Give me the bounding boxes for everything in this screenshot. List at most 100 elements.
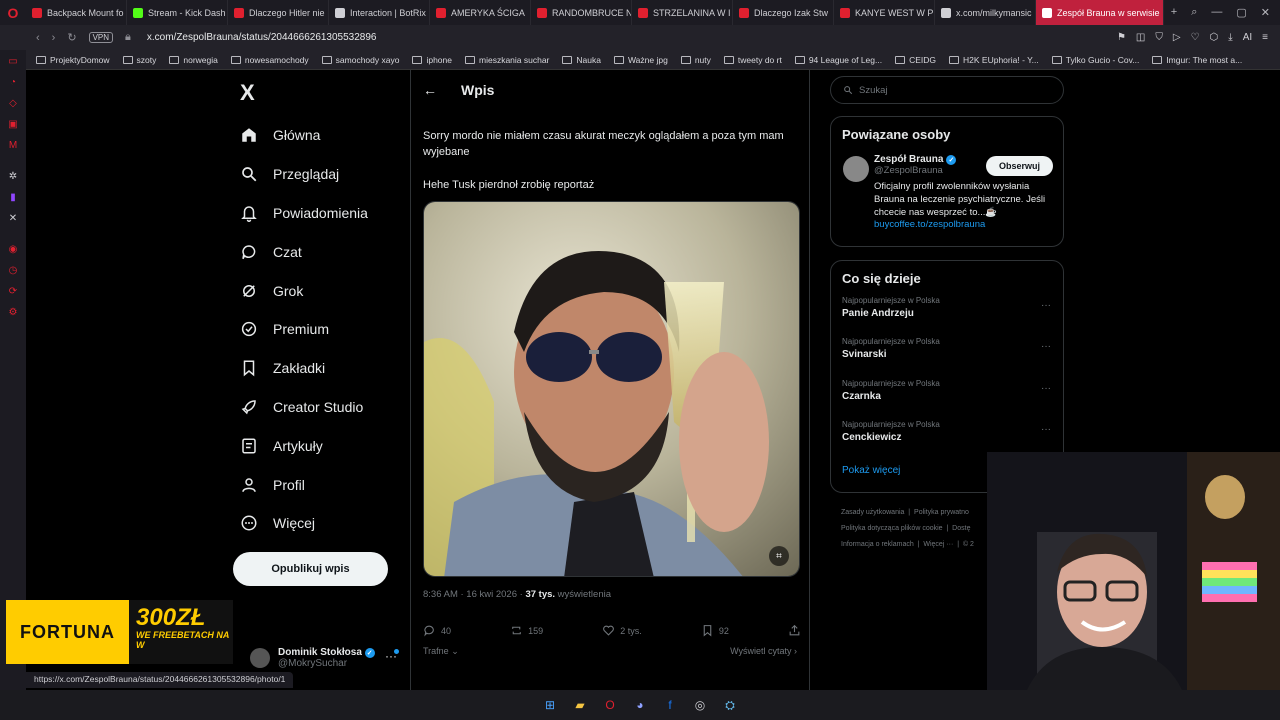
nav-item-bookmarks[interactable]: Zakładki <box>240 349 368 388</box>
minimize-icon[interactable]: — <box>1211 6 1222 19</box>
back-arrow-icon[interactable]: ← <box>423 82 437 98</box>
trend-more-icon[interactable]: ··· <box>1041 300 1051 311</box>
bookmark-item[interactable]: Nauka <box>562 55 601 65</box>
discord-icon[interactable]: ◕ <box>631 696 649 714</box>
bookmark-item[interactable]: 94 League of Leg... <box>794 55 882 65</box>
bookmark-item[interactable]: mieszkania suchar <box>465 55 549 65</box>
menu-icon[interactable]: ≡ <box>1262 32 1268 43</box>
extensions-icon[interactable]: ⬡ <box>1210 32 1219 43</box>
like-button[interactable]: 2 tys. <box>602 624 642 637</box>
steam-icon[interactable]: ⛭ <box>721 696 739 714</box>
download-icon[interactable]: ⤓ <box>1228 32 1232 43</box>
forward-arrow-icon[interactable]: › <box>52 32 56 44</box>
browser-tab[interactable]: Backpack Mount fo <box>26 0 127 25</box>
trend-more-icon[interactable]: ··· <box>1041 383 1051 394</box>
search-field[interactable]: Szukaj <box>830 76 1064 104</box>
nav-item-more[interactable]: Więcej <box>240 504 368 543</box>
maximize-icon[interactable]: ▢ <box>1236 6 1246 19</box>
footer-link[interactable]: Polityka dotycząca plików cookie <box>841 525 943 532</box>
trend-more-icon[interactable]: ··· <box>1041 424 1051 435</box>
footer-link[interactable]: Polityka prywatno <box>914 509 969 516</box>
new-tab-icon[interactable]: + <box>1171 6 1177 19</box>
nav-item-home[interactable]: Główna <box>240 116 368 155</box>
ai-button[interactable]: AI <box>1243 32 1252 43</box>
footer-link[interactable]: Informacja o reklamach <box>841 541 914 548</box>
sidebar-x-icon[interactable]: ✕ <box>8 213 19 224</box>
sidebar-clock-icon[interactable]: ◷ <box>8 265 19 276</box>
share-button[interactable] <box>788 624 801 637</box>
nav-item-grok[interactable]: Grok <box>240 271 368 310</box>
sidebar-settings-icon[interactable]: ⚙ <box>8 307 19 318</box>
sidebar-twitch-icon[interactable]: ▮ <box>8 192 19 203</box>
nav-item-premium[interactable]: Premium <box>240 310 368 349</box>
bookmark-button[interactable]: 92 <box>701 624 729 637</box>
nav-item-articles[interactable]: Artykuły <box>240 426 368 465</box>
browser-tab[interactable]: RANDOMBRUCE N <box>531 0 632 25</box>
bookmark-item[interactable]: samochody xayo <box>321 55 399 65</box>
bookmark-item[interactable]: szoty <box>122 55 156 65</box>
nav-item-profile[interactable]: Profil <box>240 465 368 504</box>
heart-icon[interactable]: ♡ <box>1191 32 1200 43</box>
browser-tab[interactable]: x.com/milkymansic <box>935 0 1036 25</box>
bookmark-item[interactable]: iphone <box>412 55 452 65</box>
nav-item-chat[interactable]: Czat <box>240 232 368 271</box>
bookmark-item[interactable]: Imgur: The most a... <box>1152 55 1242 65</box>
sidebar-share-icon[interactable]: ⟳ <box>8 286 19 297</box>
browser-tab[interactable]: Stream - Kick Dash <box>127 0 228 25</box>
x-logo[interactable]: X <box>240 80 255 106</box>
facebook-icon[interactable]: f <box>661 696 679 714</box>
trend-item[interactable]: Najpopularniejsze w Polska Svinarski ··· <box>831 333 1063 374</box>
url-field[interactable]: x.com/ZespolBrauna/status/20446662613055… <box>147 32 377 43</box>
windows-start-icon[interactable]: ⊞ <box>541 696 559 714</box>
file-explorer-icon[interactable]: ▰ <box>571 696 589 714</box>
close-icon[interactable]: ✕ <box>1261 6 1270 19</box>
shield-icon[interactable]: ⛉ <box>1155 32 1163 43</box>
account-switcher[interactable]: Dominik Stokłosa ✓ @MokrySuchar ··· <box>250 643 410 673</box>
nav-item-explore[interactable]: Przeglądaj <box>240 155 368 194</box>
bookmark-item[interactable]: nowesamochody <box>230 55 309 65</box>
bookmark-item[interactable]: ProjektyDomow <box>36 55 110 65</box>
back-arrow-icon[interactable]: ‹ <box>36 32 40 44</box>
play-icon[interactable]: ▷ <box>1173 32 1181 43</box>
reload-icon[interactable]: ↻ <box>67 31 76 44</box>
opera-taskbar-icon[interactable]: O <box>601 696 619 714</box>
sidebar-history-icon[interactable]: ◔ <box>8 77 19 88</box>
bookmark-item[interactable]: norwegia <box>169 55 218 65</box>
nav-item-creator-studio[interactable]: Creator Studio <box>240 388 368 427</box>
browser-tab[interactable]: Zespół Brauna w serwisie <box>1036 0 1164 25</box>
obs-icon[interactable]: ◎ <box>691 696 709 714</box>
related-account[interactable]: Zespół Brauna ✓ @ZespolBrauna Oficjalny p… <box>831 148 1063 238</box>
bookmark-item[interactable]: Ważne jpg <box>613 55 668 65</box>
view-quotes-link[interactable]: Wyświetl cytaty › <box>730 646 797 656</box>
bookmark-item[interactable]: nuty <box>680 55 711 65</box>
post-photo[interactable]: ⌗ <box>423 201 800 577</box>
browser-tab[interactable]: KANYE WEST W P <box>834 0 935 25</box>
browser-tab[interactable]: AMERYKA ŚCIGA <box>430 0 531 25</box>
nav-item-notifications[interactable]: Powiadomienia <box>240 194 368 233</box>
bookmark-item[interactable]: tweety do rt <box>723 55 782 65</box>
vpn-badge[interactable]: VPN <box>88 32 114 43</box>
snapshot-icon[interactable]: ◫ <box>1136 32 1145 43</box>
sidebar-messenger-icon[interactable]: ▣ <box>8 119 19 130</box>
bookmark-item[interactable]: H2K EUphoria! - Y... <box>949 55 1039 65</box>
sidebar-openai-icon[interactable]: ✲ <box>8 171 19 182</box>
trend-item[interactable]: Najpopularniejsze w Polska Czarnka ··· <box>831 375 1063 416</box>
related-link[interactable]: buycoffee.to/zespolbrauna <box>874 219 1052 230</box>
search-tabs-icon[interactable]: ⌕ <box>1191 6 1197 19</box>
bookmark-page-icon[interactable]: ⚑ <box>1117 32 1126 43</box>
browser-tab[interactable]: STRZELANINA W I <box>632 0 733 25</box>
opera-logo-icon[interactable]: O <box>0 0 26 25</box>
browser-tab[interactable]: Dlaczego Izak Stw <box>733 0 834 25</box>
sidebar-mail-icon[interactable]: M <box>8 140 19 151</box>
bookmark-item[interactable]: CEIDG <box>895 55 936 65</box>
trend-item[interactable]: Najpopularniejsze w Polska Cenckiewicz ··· <box>831 416 1063 457</box>
footer-link[interactable]: Więcej ··· <box>923 541 953 548</box>
footer-link[interactable]: Dostę <box>952 525 970 532</box>
follow-button[interactable]: Obserwuj <box>986 156 1053 176</box>
sidebar-folder-icon[interactable]: ▭ <box>8 56 19 67</box>
trend-more-icon[interactable]: ··· <box>1041 341 1051 352</box>
reply-button[interactable]: 40 <box>423 624 451 637</box>
bookmark-item[interactable]: Tylko Gucio - Cov... <box>1051 55 1139 65</box>
alt-text-icon[interactable]: ⌗ <box>769 546 789 566</box>
sidebar-bag-icon[interactable]: ◇ <box>8 98 19 109</box>
